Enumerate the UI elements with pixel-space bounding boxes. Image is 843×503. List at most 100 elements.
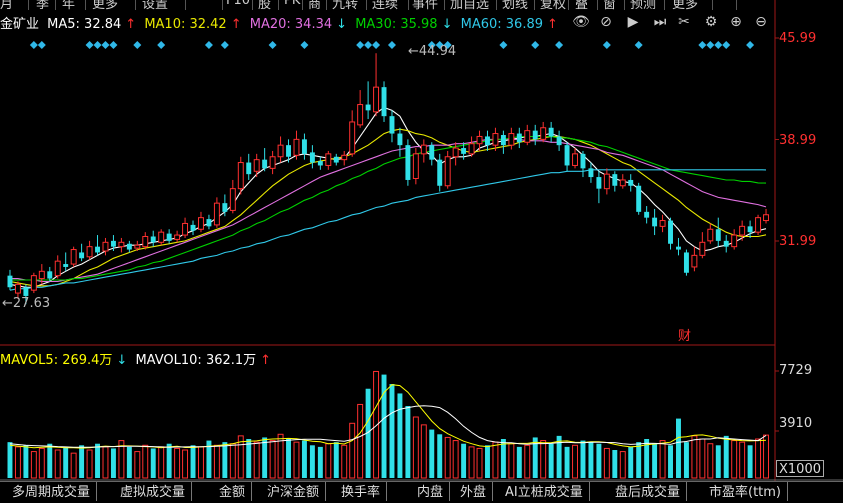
event-diamond — [157, 41, 166, 49]
event-diamond — [499, 41, 508, 49]
volume-bar — [166, 443, 172, 478]
event-diamond — [634, 41, 643, 49]
volume-bar — [628, 446, 634, 478]
volume-bar — [190, 445, 196, 478]
candle-body — [485, 136, 490, 146]
candle-body — [691, 254, 698, 268]
volume-bar — [389, 384, 395, 478]
candle-body — [564, 145, 570, 166]
candle-body — [668, 220, 673, 244]
indicator-tab[interactable]: AI立桩成交量 — [497, 482, 590, 501]
price-tick-high: 45.99 — [779, 31, 817, 46]
candle-body — [429, 145, 435, 160]
candle-body — [747, 226, 753, 233]
volume-bar — [63, 446, 69, 478]
candle-body — [150, 236, 156, 243]
volume-bar — [636, 442, 642, 478]
candle-body — [763, 214, 769, 222]
volume-tick-high: 7729 — [779, 363, 813, 378]
candle-body — [612, 174, 618, 186]
event-diamond — [602, 41, 611, 49]
volume-bar — [293, 441, 300, 479]
candle-body — [532, 130, 538, 140]
candle-body — [70, 249, 77, 265]
volume-bar — [485, 445, 490, 478]
volume-bar — [269, 440, 276, 479]
candle-body — [676, 246, 681, 250]
event-diamond — [37, 41, 46, 49]
candle-body — [7, 275, 13, 288]
candle-body — [500, 135, 506, 146]
volume-bar — [102, 446, 109, 479]
volume-bar — [699, 438, 706, 479]
low-price-marker: ←27.63 — [2, 296, 51, 311]
volume-bar — [95, 443, 100, 478]
event-diamond — [372, 41, 381, 49]
financial-report-badge[interactable]: 财 — [678, 325, 691, 344]
indicator-tab[interactable]: 金额 — [211, 482, 253, 501]
candle-body — [683, 252, 689, 273]
volume-bar — [731, 440, 738, 479]
event-diamond — [364, 41, 373, 49]
event-diamond — [387, 41, 396, 49]
volume-bar — [397, 393, 403, 478]
volume-bar — [134, 451, 141, 479]
indicator-tab[interactable]: 多周期成交量 — [0, 482, 98, 501]
volume-bar — [603, 447, 610, 479]
ma-line-ma60 — [9, 169, 767, 291]
event-diamond — [204, 41, 213, 49]
indicator-tab[interactable]: 换手率 — [333, 482, 388, 501]
volume-bar — [492, 441, 499, 479]
event-diamond — [555, 41, 564, 49]
volume-bar — [612, 450, 618, 478]
volume-bar — [707, 443, 714, 479]
candle-body — [580, 153, 586, 169]
volume-bar — [70, 452, 77, 479]
event-diamond — [746, 41, 755, 49]
candle-body — [405, 145, 411, 180]
volume-bar — [691, 435, 698, 479]
volume-bar — [548, 443, 554, 478]
candle-body — [755, 217, 762, 233]
candle-body — [420, 144, 427, 155]
event-diamond — [85, 41, 94, 49]
candle-body — [659, 220, 666, 227]
candle-body — [444, 156, 451, 187]
candle-body — [341, 154, 348, 161]
volume-bar — [286, 439, 291, 478]
candle-body — [603, 173, 610, 190]
candle-body — [229, 188, 236, 211]
event-diamond — [268, 41, 277, 49]
event-diamond — [714, 41, 723, 49]
price-tick-mid: 38.99 — [779, 133, 817, 148]
candle-body — [237, 162, 244, 190]
event-diamond — [220, 41, 229, 49]
candle-body — [540, 127, 547, 140]
indicator-tab[interactable]: 盘后成交量 — [607, 482, 688, 501]
volume-bar — [14, 446, 21, 479]
candle-body — [628, 179, 634, 186]
candle-body — [301, 139, 307, 154]
volume-bar — [652, 443, 658, 478]
indicator-tab[interactable]: 市盈率(ttm) — [701, 482, 789, 501]
candle-body — [102, 241, 109, 252]
candle-body — [23, 287, 29, 296]
candle-body — [166, 233, 172, 241]
volume-bar — [452, 440, 459, 479]
candlestick-chart[interactable] — [0, 0, 843, 481]
event-diamond — [722, 41, 731, 49]
candle-body — [739, 225, 746, 236]
indicator-tab[interactable]: 沪深金额 — [259, 482, 327, 501]
candle-body — [619, 179, 626, 187]
candle-body — [357, 104, 364, 126]
indicator-tab[interactable]: 虚拟成交量 — [112, 482, 193, 501]
ma-line-ma5 — [9, 106, 767, 288]
mavol5-line — [9, 384, 767, 449]
indicator-tab[interactable]: 内盘 — [409, 482, 451, 501]
candle-body — [508, 133, 515, 146]
volume-bar — [596, 443, 602, 478]
indicator-tab[interactable]: 外盘 — [452, 482, 494, 501]
candle-body — [126, 243, 132, 250]
candle-body — [381, 87, 387, 117]
volume-bar — [86, 449, 93, 479]
